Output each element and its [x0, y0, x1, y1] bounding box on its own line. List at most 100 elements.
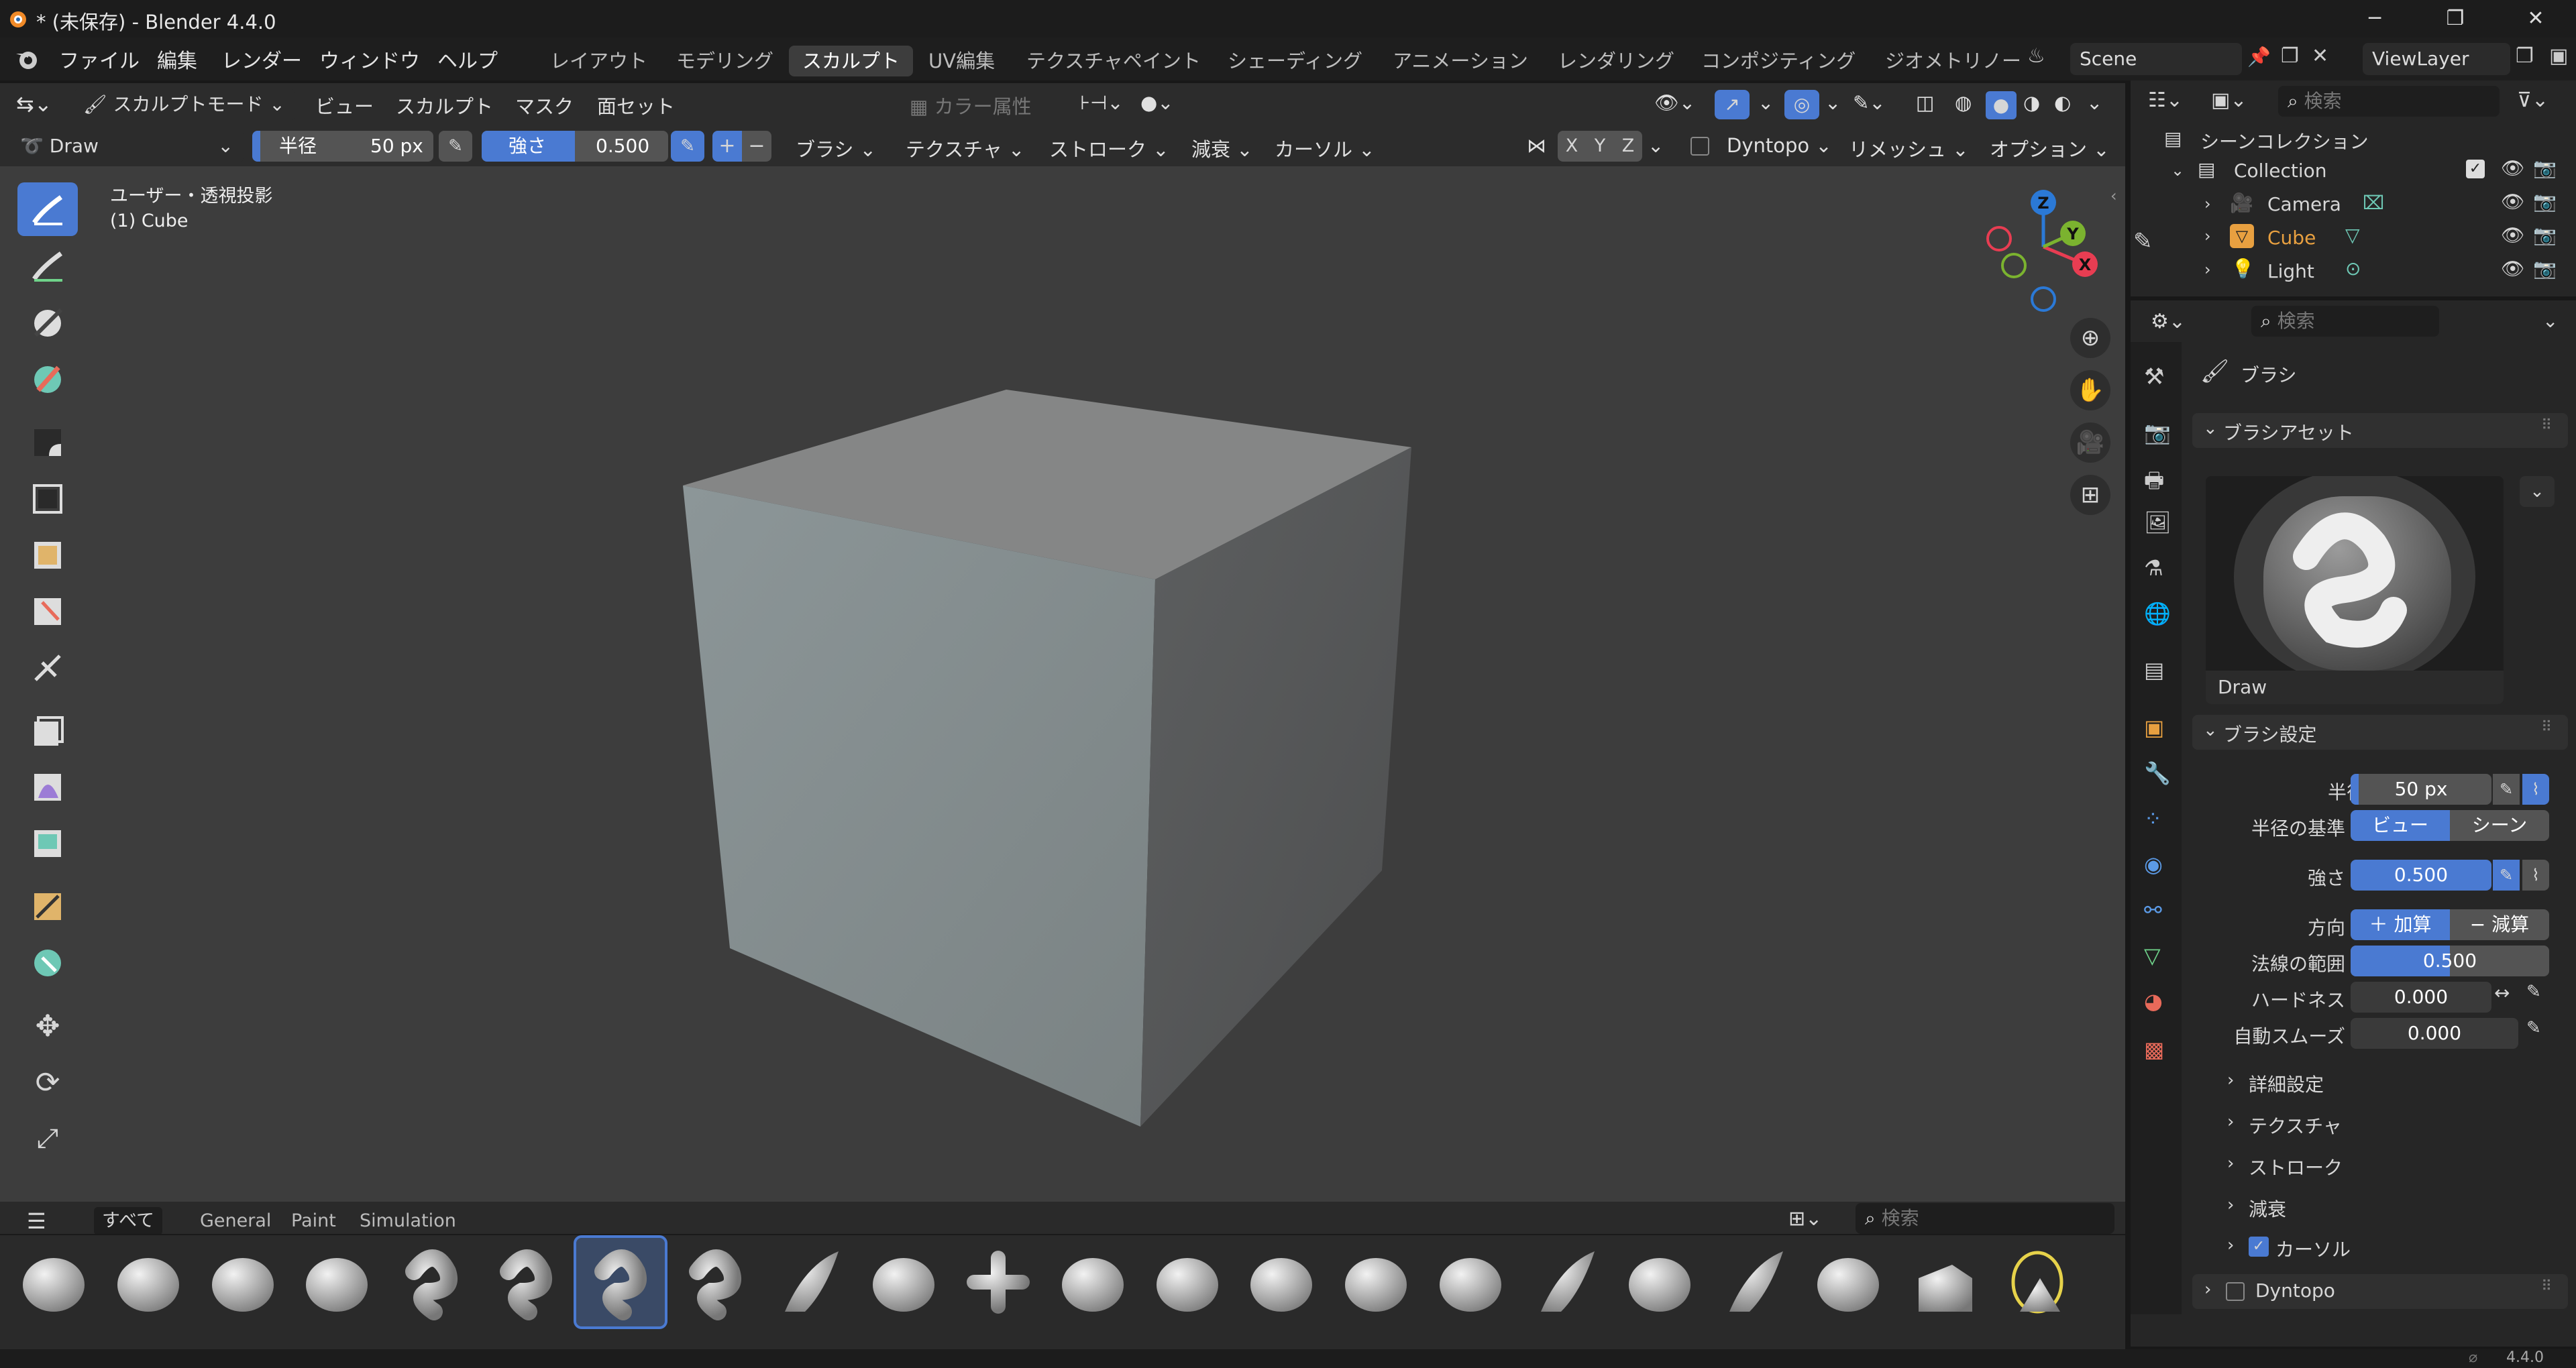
rotate-tool-icon[interactable]: ⟳	[17, 1056, 78, 1109]
menu-help[interactable]: ヘルプ	[437, 44, 498, 74]
direction-add-button[interactable]: ＋ 加算	[2351, 909, 2450, 940]
new-viewlayer-icon[interactable]: ❐	[2516, 44, 2534, 68]
tab-compositing[interactable]: コンポジティング	[1688, 46, 1869, 76]
radius-prop-field[interactable]: 50 px	[2351, 774, 2491, 805]
collapse-arrow-icon[interactable]: ⌄	[2171, 161, 2184, 180]
camera-view-icon[interactable]: 🎥	[2070, 422, 2110, 463]
tab-animation[interactable]: アニメーション	[1379, 46, 1542, 76]
autosmooth-pressure-icon[interactable]: ✎	[2526, 1018, 2541, 1038]
object-tab-icon[interactable]: ▣	[2144, 715, 2164, 740]
outliner-item-light[interactable]: Light	[2267, 260, 2314, 282]
collection-checkbox[interactable]: ✓	[2466, 160, 2485, 178]
brush-thumbnail-smear-icon[interactable]	[104, 1238, 193, 1326]
perspective-grid-icon[interactable]: ⊞	[2070, 475, 2110, 515]
options-menu[interactable]: オプション ⌄	[1990, 134, 2110, 162]
sculpt-brush-side-icon[interactable]: ✎	[2133, 228, 2153, 255]
asset-search-input[interactable]: ⌕ 検索	[1856, 1203, 2114, 1234]
brush-thumbnail-cone-icon[interactable]	[1521, 1238, 1609, 1326]
cursor-menu[interactable]: カーソル ⌄	[1275, 134, 1375, 162]
gizmo-toggle-icon[interactable]: ↗	[1715, 90, 1750, 119]
falloff-menu[interactable]: 減衰 ⌄	[1191, 134, 1253, 162]
brush-thumbnail-hook-icon[interactable]	[1804, 1238, 1892, 1326]
close-button[interactable]: ✕	[2496, 0, 2576, 38]
expand-arrow-icon[interactable]: ›	[2204, 227, 2211, 245]
overlay-dropdown-icon[interactable]: ⌄	[1825, 91, 1841, 114]
brush-thumbnail-s-icon[interactable]	[482, 1238, 570, 1326]
pan-hand-icon[interactable]: ✋	[2070, 370, 2110, 410]
mask-by-color-tool-icon[interactable]	[17, 936, 78, 990]
visibility-eye-icon[interactable]: 👁	[2501, 157, 2525, 179]
draw-sharp-tool-icon[interactable]	[17, 239, 78, 292]
edit-face-set-tool-icon[interactable]	[17, 880, 78, 933]
editor-type-icon[interactable]: ⇆⌄	[16, 91, 52, 117]
expand-arrow-icon[interactable]: ›	[2227, 1112, 2234, 1132]
brush-asset-panel-header[interactable]: ⌄ ブラシアセット ⠿	[2192, 413, 2568, 448]
properties-search-input[interactable]: ⌕ 検索	[2251, 306, 2439, 337]
shelf-tab-paint[interactable]: Paint	[291, 1207, 336, 1235]
brush-thumbnail-crumble-icon[interactable]	[1332, 1238, 1420, 1326]
tab-geometry-nodes[interactable]: ジオメトリノー	[1872, 46, 2035, 76]
delete-scene-icon[interactable]: ✕	[2312, 44, 2328, 68]
radius-unit-scene-button[interactable]: シーン	[2450, 810, 2549, 841]
brush-thumbnail-s-icon[interactable]	[573, 1235, 667, 1329]
brush-thumbnail-disc-icon[interactable]	[1615, 1238, 1704, 1326]
view-layer-tab-icon[interactable]: 🖼	[2144, 510, 2171, 535]
cube-mesh[interactable]	[0, 166, 2125, 1202]
menu-render[interactable]: レンダー	[221, 44, 302, 74]
lasso-tool-icon[interactable]	[17, 585, 78, 638]
brush-thumbnail-cross-icon[interactable]	[954, 1238, 1042, 1326]
scale-tool-icon[interactable]: ⤢	[17, 1112, 78, 1165]
hamburger-menu-icon[interactable]: ☰	[27, 1208, 46, 1234]
radius-unit-view-button[interactable]: ビュー	[2351, 810, 2450, 841]
expand-arrow-icon[interactable]: ›	[2227, 1070, 2234, 1090]
radius-pressure-toggle-icon[interactable]: ✎	[2493, 774, 2520, 805]
maximize-button[interactable]: ❐	[2415, 0, 2496, 38]
subpanel-texture[interactable]: テクスチャ	[2249, 1112, 2342, 1139]
box-mask-tool-icon[interactable]	[17, 472, 78, 526]
modifiers-tab-icon[interactable]: 🔧	[2144, 760, 2171, 786]
navigation-gizmo[interactable]: Z X Y	[1972, 186, 2106, 321]
properties-editor-icon[interactable]: ⚙⌄	[2151, 310, 2186, 333]
mirror-x-toggle[interactable]: X	[1558, 131, 1586, 162]
outliner-search-input[interactable]: ⌕ 検索	[2278, 86, 2500, 117]
brush-preview-card[interactable]: Draw	[2206, 476, 2504, 704]
outliner-editor-icon[interactable]: ☷⌄	[2148, 89, 2183, 112]
constraints-tab-icon[interactable]: ⚯	[2144, 897, 2162, 923]
display-mode-icon[interactable]: ▣⌄	[2211, 89, 2247, 112]
line-project-tool-icon[interactable]	[17, 641, 78, 695]
brush-thumbnail-cube-icon[interactable]	[1898, 1238, 1987, 1326]
properties-options-icon[interactable]: ⌄	[2542, 310, 2558, 332]
brush-thumbnail-blob-icon[interactable]	[9, 1238, 98, 1326]
brush-thumbnail-flat-icon[interactable]	[1237, 1238, 1326, 1326]
visibility-eye-icon[interactable]: 👁	[2501, 258, 2525, 280]
expand-arrow-icon[interactable]: ›	[2204, 260, 2211, 279]
collection-tab-icon[interactable]: ▤	[2144, 657, 2164, 683]
menu-face-sets[interactable]: 面セット	[597, 91, 675, 119]
shading-solid-icon[interactable]: ●	[1986, 91, 2017, 119]
output-tab-icon[interactable]: 🖶	[2144, 465, 2164, 502]
blender-menu-icon[interactable]	[13, 46, 40, 72]
filter-icon[interactable]: ⊽⌄	[2517, 89, 2548, 112]
autosmooth-field[interactable]: 0.000	[2351, 1018, 2518, 1049]
dyntopo-menu[interactable]: Dyntopo ⌄	[1727, 134, 1832, 157]
expand-arrow-icon[interactable]: ›	[2204, 194, 2211, 213]
brush-thumbnail-flat-icon[interactable]	[1049, 1238, 1137, 1326]
drag-handle-icon[interactable]: ⠿	[2541, 1278, 2552, 1295]
subpanel-cursor[interactable]: カーソル	[2275, 1235, 2351, 1262]
collection-label[interactable]: Collection	[2234, 160, 2327, 182]
face-set-tool-icon[interactable]	[17, 528, 78, 582]
asset-dropdown-icon[interactable]: ⌄	[2520, 476, 2555, 507]
draw-tool-icon[interactable]	[17, 182, 78, 236]
tab-modeling[interactable]: モデリング	[663, 46, 787, 76]
texture-tab-icon[interactable]: ▩	[2144, 1037, 2164, 1062]
tool-tab-icon[interactable]: ⚒	[2144, 363, 2164, 390]
menu-mask[interactable]: マスク	[515, 91, 574, 119]
radius-pressure-icon[interactable]: ✎	[439, 131, 472, 162]
menu-window[interactable]: ウィンドウ	[319, 44, 420, 74]
brush-thumbnail-strands-icon[interactable]	[199, 1238, 287, 1326]
scene-collection-label[interactable]: シーンコレクション	[2200, 127, 2369, 154]
brush-thumbnail-cone-icon[interactable]	[1709, 1238, 1798, 1326]
scene-selector-icon[interactable]: ♨	[2027, 44, 2061, 75]
physics-tab-icon[interactable]: ◉	[2144, 852, 2163, 877]
gizmo-neg-y[interactable]	[2001, 253, 2027, 278]
